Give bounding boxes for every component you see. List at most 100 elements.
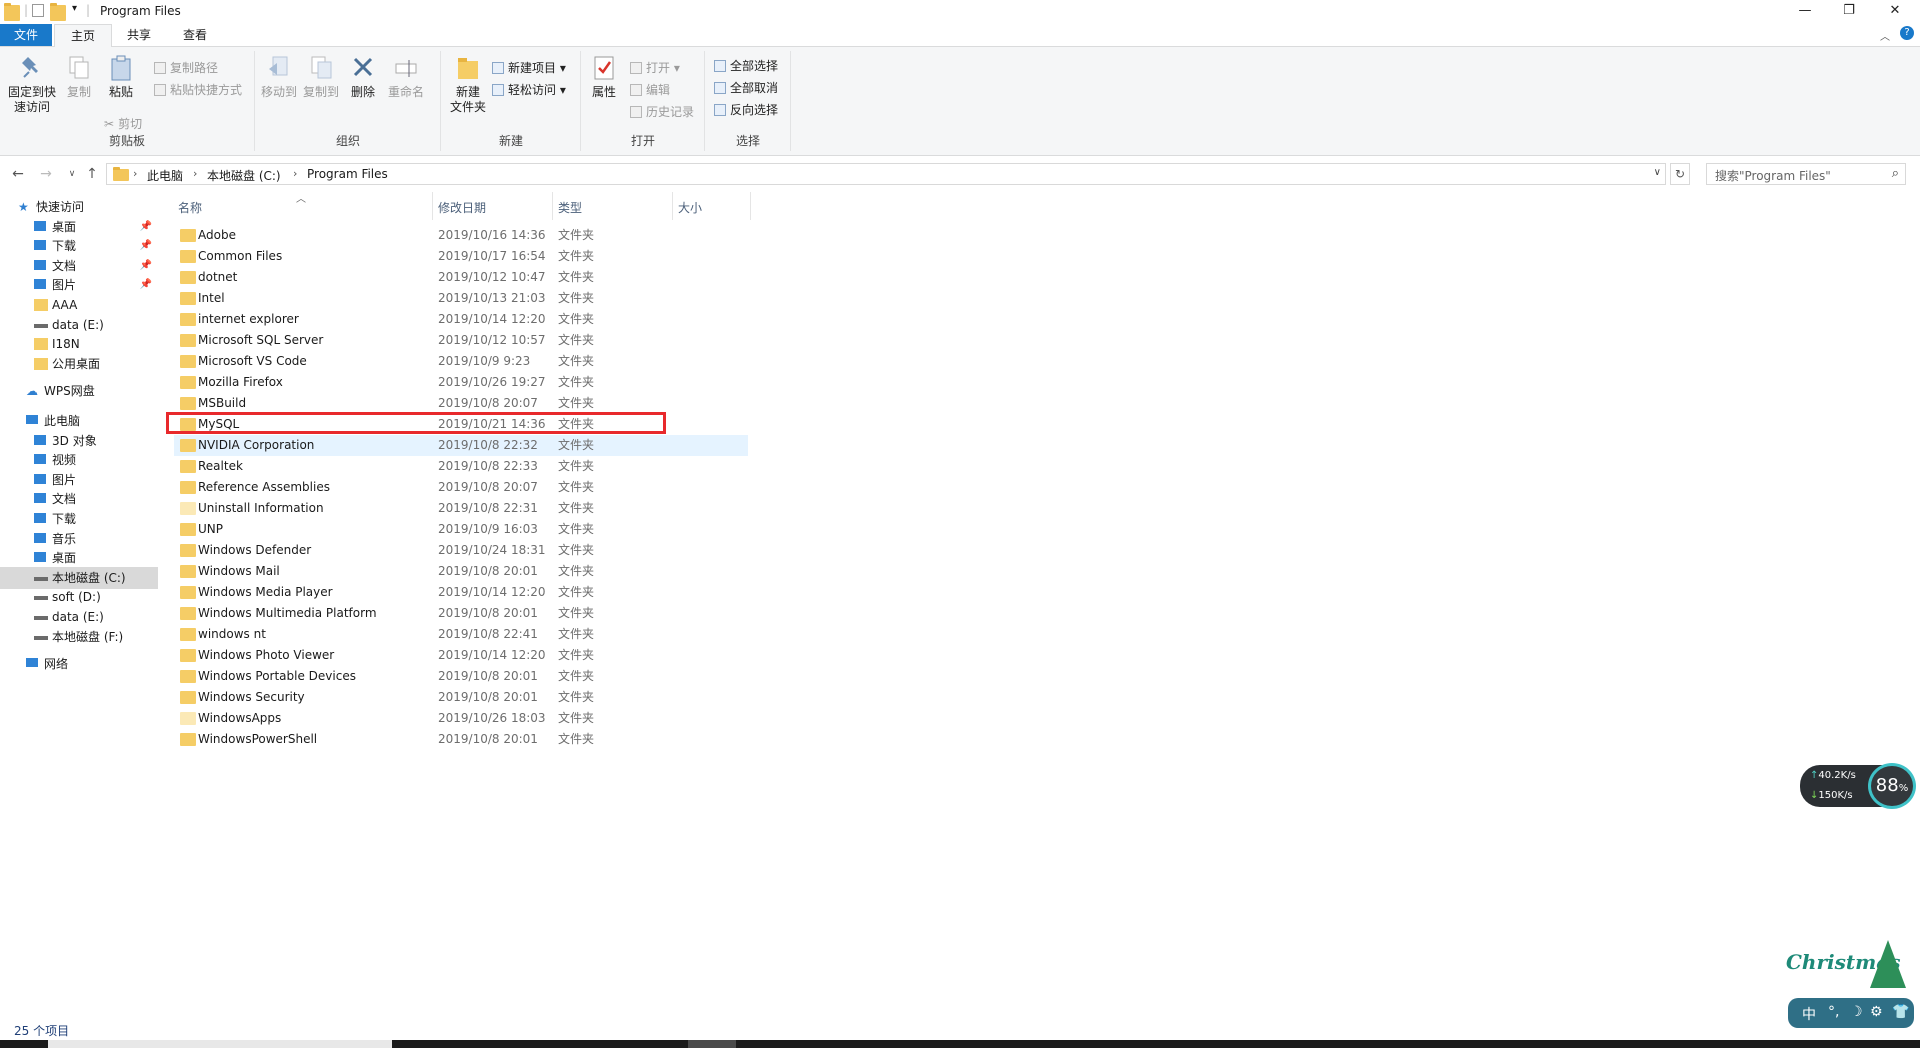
file-name: Windows Defender (198, 543, 312, 557)
copy-path-button[interactable]: 复制路径 (154, 59, 218, 77)
table-row[interactable]: Microsoft VS Code 2019/10/9 9:23 文件夹 (174, 351, 748, 372)
table-row[interactable]: Reference Assemblies 2019/10/8 20:07 文件夹 (174, 477, 748, 498)
up-arrow-icon[interactable]: ↑ (82, 164, 102, 184)
rename-button[interactable]: 重命名 (386, 55, 426, 100)
column-divider[interactable] (432, 192, 433, 220)
edit-button[interactable]: 编辑 (630, 81, 670, 99)
table-row[interactable]: MSBuild 2019/10/8 20:07 文件夹 (174, 393, 748, 414)
address-bar[interactable]: › 此电脑 › 本地磁盘 (C:) › Program Files ∨ (106, 163, 1666, 185)
delete-button[interactable]: 删除 (348, 55, 378, 100)
minimize-button[interactable]: — (1782, 0, 1828, 22)
back-arrow-icon[interactable]: ← (8, 164, 28, 184)
table-row[interactable]: Realtek 2019/10/8 22:33 文件夹 (174, 456, 748, 477)
table-row[interactable]: Adobe 2019/10/16 14:36 文件夹 (174, 225, 748, 246)
breadcrumb-program-files[interactable]: Program Files (307, 167, 388, 181)
breadcrumb-drive-c[interactable]: 本地磁盘 (C:) (207, 167, 281, 184)
easy-access-button[interactable]: 轻松访问 ▾ (492, 81, 566, 99)
column-name[interactable]: 名称 (178, 199, 202, 216)
table-row[interactable]: Microsoft SQL Server 2019/10/12 10:57 文件夹 (174, 330, 748, 351)
tab-home[interactable]: 主页 (54, 24, 112, 47)
maximize-button[interactable]: ❐ (1826, 0, 1872, 22)
nav-wps[interactable]: ☁ WPS网盘 (0, 380, 158, 402)
breadcrumb-this-pc[interactable]: 此电脑 (147, 167, 183, 184)
properties-button[interactable]: 属性 (588, 55, 620, 100)
table-row[interactable]: NVIDIA Corporation 2019/10/8 22:32 文件夹 (174, 435, 748, 456)
new-folder-quick-icon[interactable] (50, 3, 66, 21)
table-row[interactable]: Common Files 2019/10/17 16:54 文件夹 (174, 246, 748, 267)
paste-button[interactable]: 粘贴 (104, 55, 138, 100)
file-date: 2019/10/8 20:01 (438, 732, 538, 746)
chevron-right-icon[interactable]: › (293, 167, 297, 180)
new-folder-button[interactable]: 新建 文件夹 (446, 55, 490, 115)
table-row[interactable]: Intel 2019/10/13 21:03 文件夹 (174, 288, 748, 309)
table-row[interactable]: UNP 2019/10/9 16:03 文件夹 (174, 519, 748, 540)
column-divider[interactable] (552, 192, 553, 220)
column-divider[interactable] (750, 192, 751, 220)
close-button[interactable]: ✕ (1872, 0, 1918, 22)
address-dropdown-chevron-icon[interactable]: ∨ (1654, 167, 1661, 178)
column-type[interactable]: 类型 (558, 199, 582, 216)
delete-x-icon (353, 57, 373, 77)
memory-usage-gauge[interactable]: 88% (1868, 763, 1916, 809)
tab-view[interactable]: 查看 (168, 24, 222, 46)
nav-network[interactable]: 网络 (0, 653, 158, 675)
copy-button[interactable]: 复制 (62, 55, 96, 100)
table-row[interactable]: windows nt 2019/10/8 22:41 文件夹 (174, 624, 748, 645)
paste-shortcut-button[interactable]: 粘贴快捷方式 (154, 81, 242, 99)
copy-path-label: 复制路径 (170, 61, 219, 75)
properties-quick-icon[interactable] (32, 4, 44, 17)
table-row[interactable]: Windows Mail 2019/10/8 20:01 文件夹 (174, 561, 748, 582)
column-date[interactable]: 修改日期 (438, 199, 486, 216)
chevron-right-icon[interactable]: › (133, 167, 137, 180)
refresh-button[interactable]: ↻ (1670, 163, 1690, 185)
chevron-right-icon[interactable]: › (193, 167, 197, 180)
new-item-button[interactable]: 新建项目 ▾ (492, 59, 566, 77)
forward-arrow-icon[interactable]: → (36, 164, 56, 184)
ime-language-toggle[interactable]: 中 (1802, 1004, 1816, 1024)
rename-icon (395, 60, 417, 77)
ime-toolbar[interactable]: 中 °, ☽ ⚙ 👕 (1788, 998, 1914, 1028)
move-to-button[interactable]: 移动到 (260, 55, 298, 100)
history-button[interactable]: 历史记录 (630, 103, 694, 121)
network-speed-widget[interactable]: ↑40.2K/s ↓150K/s 88% (1800, 763, 1918, 809)
moon-icon[interactable]: ☽ (1850, 1004, 1863, 1020)
table-row[interactable]: Mozilla Firefox 2019/10/26 19:27 文件夹 (174, 372, 748, 393)
column-divider[interactable] (672, 192, 673, 220)
table-row[interactable]: Uninstall Information 2019/10/8 22:31 文件夹 (174, 498, 748, 519)
help-icon[interactable]: ? (1900, 26, 1914, 40)
column-size[interactable]: 大小 (678, 199, 702, 216)
tab-share[interactable]: 共享 (112, 24, 166, 46)
table-row[interactable]: Windows Media Player 2019/10/14 12:20 文件夹 (174, 582, 748, 603)
table-row[interactable]: Windows Security 2019/10/8 20:01 文件夹 (174, 687, 748, 708)
search-input[interactable]: 搜索"Program Files" ⌕ (1706, 163, 1906, 185)
collapse-ribbon-icon[interactable]: ︿ (1880, 28, 1890, 43)
file-type: 文件夹 (558, 543, 595, 557)
nav-pc-item[interactable]: 本地磁盘 (F:) (0, 626, 158, 648)
easy-access-label: 轻松访问 ▾ (508, 83, 566, 97)
shirt-icon[interactable]: 👕 (1892, 1004, 1909, 1020)
table-row[interactable]: WindowsPowerShell 2019/10/8 20:01 文件夹 (174, 729, 748, 750)
customize-toolbar-icon[interactable]: ▾ (72, 3, 77, 19)
history-icon (630, 106, 642, 118)
select-none-button[interactable]: 全部取消 (714, 79, 778, 97)
table-row[interactable]: Windows Multimedia Platform 2019/10/8 20:… (174, 603, 748, 624)
table-row[interactable]: Windows Photo Viewer 2019/10/14 12:20 文件夹 (174, 645, 748, 666)
punctuation-icon[interactable]: °, (1828, 1004, 1839, 1020)
tab-file[interactable]: 文件 (0, 24, 52, 46)
file-date: 2019/10/17 16:54 (438, 249, 546, 263)
gear-icon[interactable]: ⚙ (1870, 1004, 1883, 1020)
table-row[interactable]: Windows Defender 2019/10/24 18:31 文件夹 (174, 540, 748, 561)
table-row[interactable]: internet explorer 2019/10/14 12:20 文件夹 (174, 309, 748, 330)
table-row[interactable]: Windows Portable Devices 2019/10/8 20:01 文… (174, 666, 748, 687)
recent-locations-chevron-icon[interactable]: ∨ (62, 164, 82, 184)
table-row[interactable]: dotnet 2019/10/12 10:47 文件夹 (174, 267, 748, 288)
nav-quick-item[interactable]: 公用桌面 (0, 353, 158, 375)
cut-button[interactable]: ✂ 剪切 (104, 115, 142, 133)
select-all-button[interactable]: 全部选择 (714, 57, 778, 75)
invert-selection-button[interactable]: 反向选择 (714, 101, 778, 119)
pin-quick-access-button[interactable]: 固定到快 速访问 (6, 55, 58, 115)
folder-icon (180, 649, 196, 662)
table-row[interactable]: WindowsApps 2019/10/26 18:03 文件夹 (174, 708, 748, 729)
open-button[interactable]: 打开 ▾ (630, 59, 680, 77)
copy-to-button[interactable]: 复制到 (302, 55, 340, 100)
